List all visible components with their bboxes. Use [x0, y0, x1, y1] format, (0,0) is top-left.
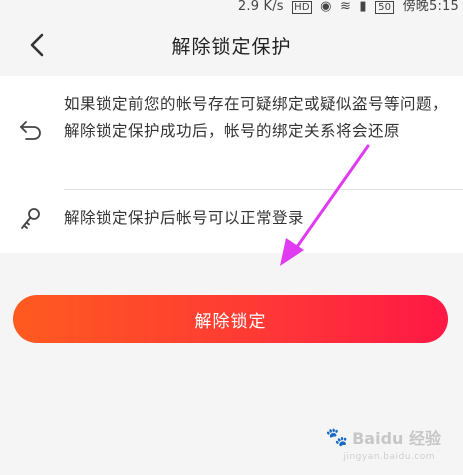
- status-text: 2.9 K/s HD ◉ ≋ ▮ 50 傍晚5:15: [234, 0, 459, 14]
- network-speed: 2.9 K/s: [237, 0, 284, 14]
- hd-icon: HD: [292, 1, 312, 14]
- undo-arrow-icon: [20, 121, 41, 140]
- paw-icon: 🐾: [325, 426, 349, 448]
- status-bar: 2.9 K/s HD ◉ ≋ ▮ 50 傍晚5:15: [0, 0, 463, 14]
- eye-icon: ◉: [320, 0, 332, 14]
- watermark-brand: Baidu 经验: [352, 429, 441, 448]
- wifi-icon: ≋: [339, 0, 352, 14]
- battery-icon: 50: [375, 1, 395, 14]
- info-card: 如果锁定前您的帐号存在可疑绑定或疑似盗号等问题，解除锁定保护成功后，帐号的绑定关…: [0, 76, 463, 253]
- info-text-rebind: 如果锁定前您的帐号存在可疑绑定或疑似盗号等问题，解除锁定保护成功后，帐号的绑定关…: [64, 95, 449, 140]
- divider: [64, 189, 463, 190]
- page-title: 解除锁定保护: [171, 36, 292, 58]
- clock: 傍晚5:15: [402, 0, 459, 14]
- info-text-login: 解除锁定保护后帐号可以正常登录: [64, 209, 305, 227]
- baidu-watermark: 🐾 Baidu 经验: [326, 425, 441, 449]
- signal-icon: ▮: [359, 0, 367, 14]
- watermark-site: jingyan.baidu.com: [343, 452, 435, 462]
- header-bar: 解除锁定保护: [0, 14, 463, 76]
- key-icon: [21, 208, 40, 229]
- unlock-button[interactable]: 解除锁定: [13, 295, 448, 343]
